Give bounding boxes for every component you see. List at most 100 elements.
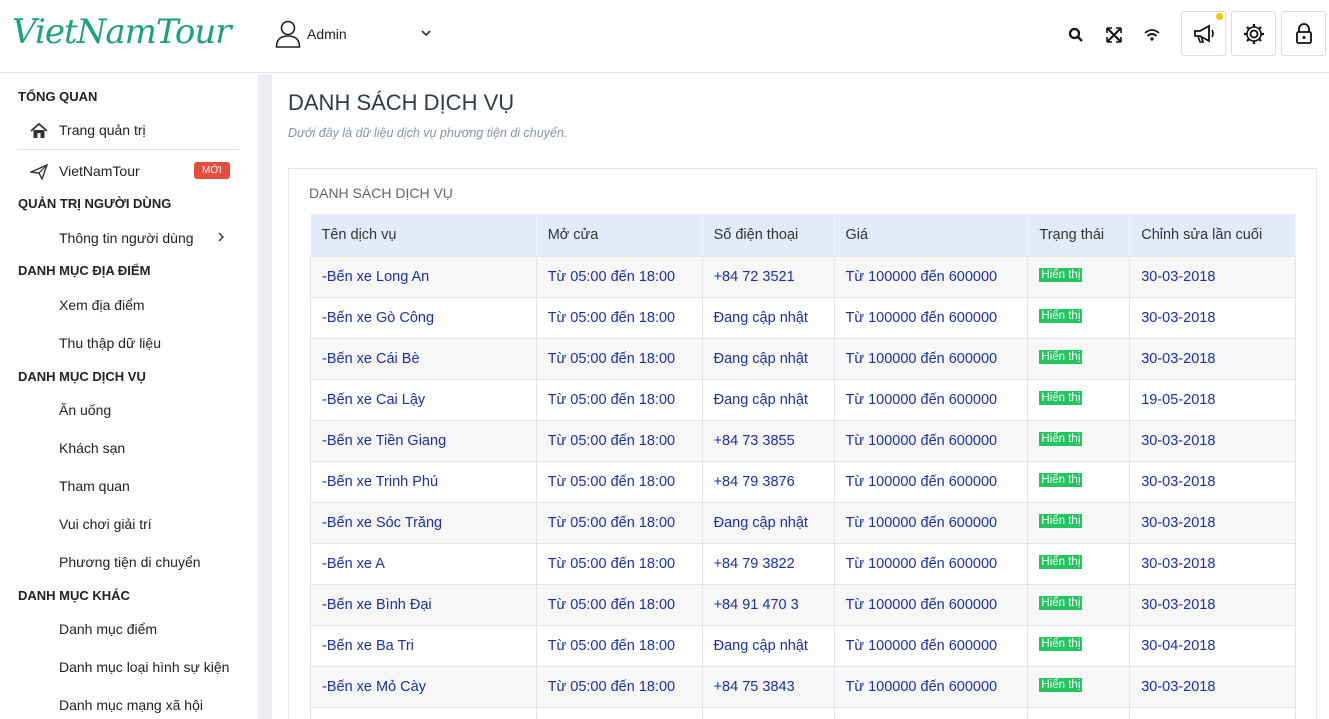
user-name: Admin [307, 26, 347, 42]
status-cell: Hiển thị [1027, 255, 1131, 297]
brand-logo[interactable]: VietNamTour [12, 12, 232, 52]
table-row[interactable]: -Bến xe Ba Tri Từ 05:00 đến 18:00 Đang cập… [310, 624, 1296, 666]
status-badge: Hiển thị [1039, 595, 1083, 610]
service-name-cell[interactable]: -Bến xe Sóc Trăng [310, 501, 537, 543]
section-overview: TỔNG QUAN [18, 89, 98, 104]
status-badge: Hiển thị [1039, 267, 1083, 282]
user-menu[interactable]: Admin [275, 20, 431, 48]
service-name-cell[interactable]: -Bến xe Trinh Phú [310, 460, 537, 502]
last-edited-cell: 30-03-2018 [1129, 337, 1296, 379]
status-cell: Hiển thị [1027, 501, 1131, 543]
price-cell: Từ 100000 đến 600000 [834, 337, 1029, 379]
column-header[interactable]: Số điện thoại [702, 214, 835, 256]
table-row[interactable]: -Bến xe Tiền Giang Từ 05:00 đến 18:00 +84 … [310, 419, 1296, 461]
opening-hours-cell [536, 706, 703, 719]
sidebar-item-entertainment[interactable]: Vui chơi giải trí [59, 516, 152, 532]
column-header[interactable]: Chỉnh sửa lần cuối [1129, 214, 1296, 256]
opening-hours-cell: Từ 05:00 đến 18:00 [536, 337, 703, 379]
sidebar-item-user-info[interactable]: Thông tin người dùng [59, 230, 194, 246]
last-edited-cell: 30-03-2018 [1129, 665, 1296, 707]
column-header[interactable]: Giá [834, 214, 1029, 256]
search-icon[interactable] [1067, 26, 1085, 44]
sidebar-item-social[interactable]: Danh mục mạng xã hội [59, 697, 203, 713]
sidebar-item-collect-data[interactable]: Thu thập dữ liệu [59, 335, 161, 351]
last-edited-cell: 30-03-2018 [1129, 460, 1296, 502]
table-row[interactable]: -Bến xe Cái Bè Từ 05:00 đến 18:00 Đang cập… [310, 337, 1296, 379]
opening-hours-cell: Từ 05:00 đến 18:00 [536, 665, 703, 707]
last-edited-cell: 30-03-2018 [1129, 255, 1296, 297]
section-services: DANH MỤC DỊCH VỤ [18, 369, 146, 384]
service-name-cell[interactable]: -Bến xe Tiền Giang [310, 419, 537, 461]
sidebar-item-transport[interactable]: Phương tiện di chuyển [59, 554, 201, 570]
service-name-cell[interactable]: -Bến xe Gò Công [310, 296, 537, 338]
chevron-down-icon[interactable] [419, 26, 433, 40]
notifications-button[interactable] [1181, 11, 1226, 56]
sidebar-item-food[interactable]: Ăn uống [59, 402, 111, 418]
table-row[interactable]: -Bến xe Long An Từ 05:00 đến 18:00 +84 72 … [310, 255, 1296, 297]
wifi-icon[interactable] [1143, 26, 1161, 44]
sidebar-item-dashboard[interactable]: Trang quản trị [59, 122, 146, 138]
opening-hours-cell: Từ 05:00 đến 18:00 [536, 542, 703, 584]
last-edited-cell: 30-03-2018 [1129, 419, 1296, 461]
opening-hours-cell: Từ 05:00 đến 18:00 [536, 460, 703, 502]
status-cell: Hiển thị [1027, 296, 1131, 338]
table-body: -Bến xe Long An Từ 05:00 đến 18:00 +84 72 … [310, 255, 1296, 719]
table-row[interactable]: -Bến xe Sóc Trăng Từ 05:00 đến 18:00 Đang … [310, 501, 1296, 543]
page-title: DANH SÁCH DỊCH VỤ [288, 90, 515, 115]
price-cell: Từ 100000 đến 600000 [834, 255, 1029, 297]
price-cell: Từ 100000 đến 600000 [834, 624, 1029, 666]
opening-hours-cell: Từ 05:00 đến 18:00 [536, 255, 703, 297]
table-row[interactable]: -Bến xe Trinh Phú Từ 05:00 đến 18:00 +84 7… [310, 460, 1296, 502]
status-cell: Hiển thị [1027, 583, 1131, 625]
page-subtitle: Dưới đây là dữ liệu dịch vụ phương tiện … [288, 126, 568, 140]
table-row[interactable]: -Bến xe Cai Lậy Từ 05:00 đến 18:00 Đang cậ… [310, 378, 1296, 420]
price-cell: Từ 100000 đến 600000 [834, 501, 1029, 543]
phone-cell: +84 91 470 3 [702, 583, 835, 625]
user-icon [275, 20, 301, 48]
card-title: DANH SÁCH DỊCH VỤ [309, 185, 453, 201]
sidebar-item-view-places[interactable]: Xem địa điểm [59, 297, 145, 313]
sidebar-item-vietnamtour[interactable]: VietNamTour [59, 163, 140, 179]
section-places: DANH MỤC ĐỊA ĐIỂM [18, 263, 151, 278]
chevron-right-icon[interactable] [216, 231, 226, 243]
service-name-cell[interactable]: -Bến xe Bình Đại [310, 583, 537, 625]
sidebar-item-sightseeing[interactable]: Tham quan [59, 478, 130, 494]
price-cell: Từ 100000 đến 600000 [834, 378, 1029, 420]
sidebar-item-hotel[interactable]: Khách sạn [59, 440, 125, 456]
table-row[interactable] [310, 706, 1296, 719]
section-other: DANH MỤC KHÁC [18, 588, 130, 603]
table-row[interactable]: -Bến xe A Từ 05:00 đến 18:00 +84 79 3822 Từ… [310, 542, 1296, 584]
opening-hours-cell: Từ 05:00 đến 18:00 [536, 378, 703, 420]
table-row[interactable]: -Bến xe Bình Đại Từ 05:00 đến 18:00 +84 91… [310, 583, 1296, 625]
services-card: DANH SÁCH DỊCH VỤ Tên dịch vụ Mở cửa Số … [288, 168, 1317, 719]
lock-button[interactable] [1281, 11, 1326, 56]
service-name-cell[interactable]: -Bến xe Cai Lậy [310, 378, 537, 420]
column-header[interactable]: Trạng thái [1027, 214, 1131, 256]
service-name-cell[interactable]: -Bến xe Mỏ Cày [310, 665, 537, 707]
status-badge: Hiển thị [1039, 349, 1083, 364]
table-row[interactable]: -Bến xe Gò Công Từ 05:00 đến 18:00 Đang cậ… [310, 296, 1296, 338]
column-header[interactable]: Mở cửa [536, 214, 703, 256]
opening-hours-cell: Từ 05:00 đến 18:00 [536, 419, 703, 461]
service-name-cell[interactable] [310, 706, 537, 719]
sidebar-item-event-types[interactable]: Danh mục loại hình sự kiện [59, 659, 229, 675]
price-cell: Từ 100000 đến 600000 [834, 665, 1029, 707]
phone-cell: +84 73 3855 [702, 419, 835, 461]
last-edited-cell: 30-03-2018 [1129, 296, 1296, 338]
service-name-cell[interactable]: -Bến xe Long An [310, 255, 537, 297]
table-row[interactable]: -Bến xe Mỏ Cày Từ 05:00 đến 18:00 +84 75 3… [310, 665, 1296, 707]
service-name-cell[interactable]: -Bến xe Cái Bè [310, 337, 537, 379]
fullscreen-icon[interactable] [1105, 26, 1123, 44]
service-name-cell[interactable]: -Bến xe Ba Tri [310, 624, 537, 666]
services-table: Tên dịch vụ Mở cửa Số điện thoại Giá Trạ… [310, 214, 1296, 719]
settings-button[interactable] [1231, 11, 1276, 56]
phone-cell: +84 75 3843 [702, 665, 835, 707]
service-name-cell[interactable]: -Bến xe A [310, 542, 537, 584]
last-edited-cell: 30-03-2018 [1129, 583, 1296, 625]
section-user-admin: QUẢN TRỊ NGƯỜI DÙNG [18, 196, 172, 211]
column-header[interactable]: Tên dịch vụ [310, 214, 537, 256]
phone-cell: Đang cập nhật [702, 501, 835, 543]
sidebar-item-points[interactable]: Danh mục điểm [59, 621, 157, 637]
status-cell: Hiển thị [1027, 542, 1131, 584]
megaphone-icon [1193, 23, 1214, 43]
